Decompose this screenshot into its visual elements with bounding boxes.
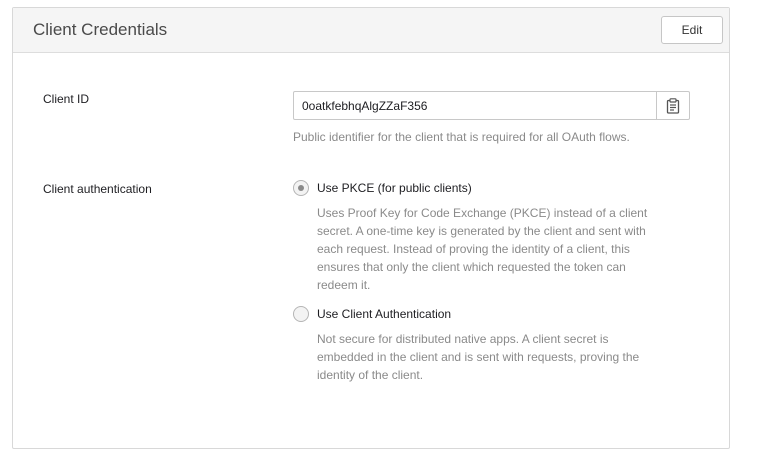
client-authentication-label: Client authentication bbox=[43, 182, 152, 196]
client-authentication-radio[interactable] bbox=[293, 306, 309, 322]
pkce-description: Uses Proof Key for Code Exchange (PKCE) … bbox=[317, 204, 647, 294]
clipboard-icon bbox=[666, 97, 680, 114]
panel-header: Client Credentials Edit bbox=[13, 8, 729, 53]
panel-title: Client Credentials bbox=[33, 20, 168, 39]
client-id-help-text: Public identifier for the client that is… bbox=[293, 130, 630, 144]
client-id-label: Client ID bbox=[43, 92, 90, 106]
copy-to-clipboard-button[interactable] bbox=[656, 92, 689, 119]
client-credentials-panel: Client Credentials Edit Client ID Public… bbox=[12, 7, 730, 449]
pkce-description-line: Uses Proof Key for Code Exchange (PKCE) … bbox=[317, 206, 648, 220]
client-authentication-radio-label[interactable]: Use Client Authentication bbox=[317, 306, 451, 322]
pkce-description-line: each request. Instead of proving the ide… bbox=[317, 242, 630, 256]
client-authentication-description-line: embedded in the client and is sent with … bbox=[317, 350, 640, 364]
client-authentication-description-line: Not secure for distributed native apps. … bbox=[317, 332, 609, 346]
client-authentication-description: Not secure for distributed native apps. … bbox=[317, 330, 639, 384]
pkce-description-line: secret. A one-time key is generated by t… bbox=[317, 224, 646, 238]
client-id-field-wrapper bbox=[293, 91, 690, 120]
pkce-radio[interactable] bbox=[293, 180, 309, 196]
pkce-radio-label[interactable]: Use PKCE (for public clients) bbox=[317, 180, 472, 196]
client-authentication-description-line: identity of the client. bbox=[317, 368, 424, 382]
pkce-description-line: redeem it. bbox=[317, 278, 371, 292]
edit-button[interactable]: Edit bbox=[661, 16, 723, 44]
pkce-description-line: ensures that only the client which reque… bbox=[317, 260, 626, 274]
client-id-input[interactable] bbox=[294, 92, 656, 119]
